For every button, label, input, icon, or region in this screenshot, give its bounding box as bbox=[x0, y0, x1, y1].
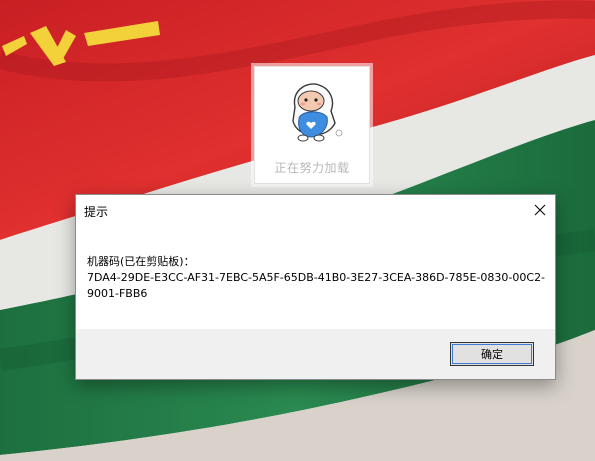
message-dialog: 提示 机器码(已在剪贴板)： 7DA4-29DE-E3CC-AF31-7EBC-… bbox=[75, 194, 556, 380]
dialog-title: 提示 bbox=[84, 205, 109, 219]
loading-panel: 正在努力加载 bbox=[254, 66, 370, 184]
machine-code-line-2: 9001-FBB6 bbox=[87, 287, 148, 300]
close-icon bbox=[534, 204, 546, 216]
loading-text: 正在努力加载 bbox=[274, 161, 350, 175]
mascot-icon bbox=[292, 83, 343, 142]
machine-code-label: 机器码(已在剪贴板)： bbox=[87, 255, 195, 268]
machine-code-line-1: 7DA4-29DE-E3CC-AF31-7EBC-5A5F-65DB-41B0-… bbox=[87, 271, 546, 284]
close-button[interactable] bbox=[525, 195, 555, 225]
ok-button[interactable]: 确定 bbox=[450, 342, 534, 366]
dialog-message: 机器码(已在剪贴板)： 7DA4-29DE-E3CC-AF31-7EBC-5A5… bbox=[87, 254, 547, 302]
dialog-footer: 确定 bbox=[76, 329, 555, 379]
dialog-titlebar[interactable]: 提示 bbox=[76, 195, 555, 225]
